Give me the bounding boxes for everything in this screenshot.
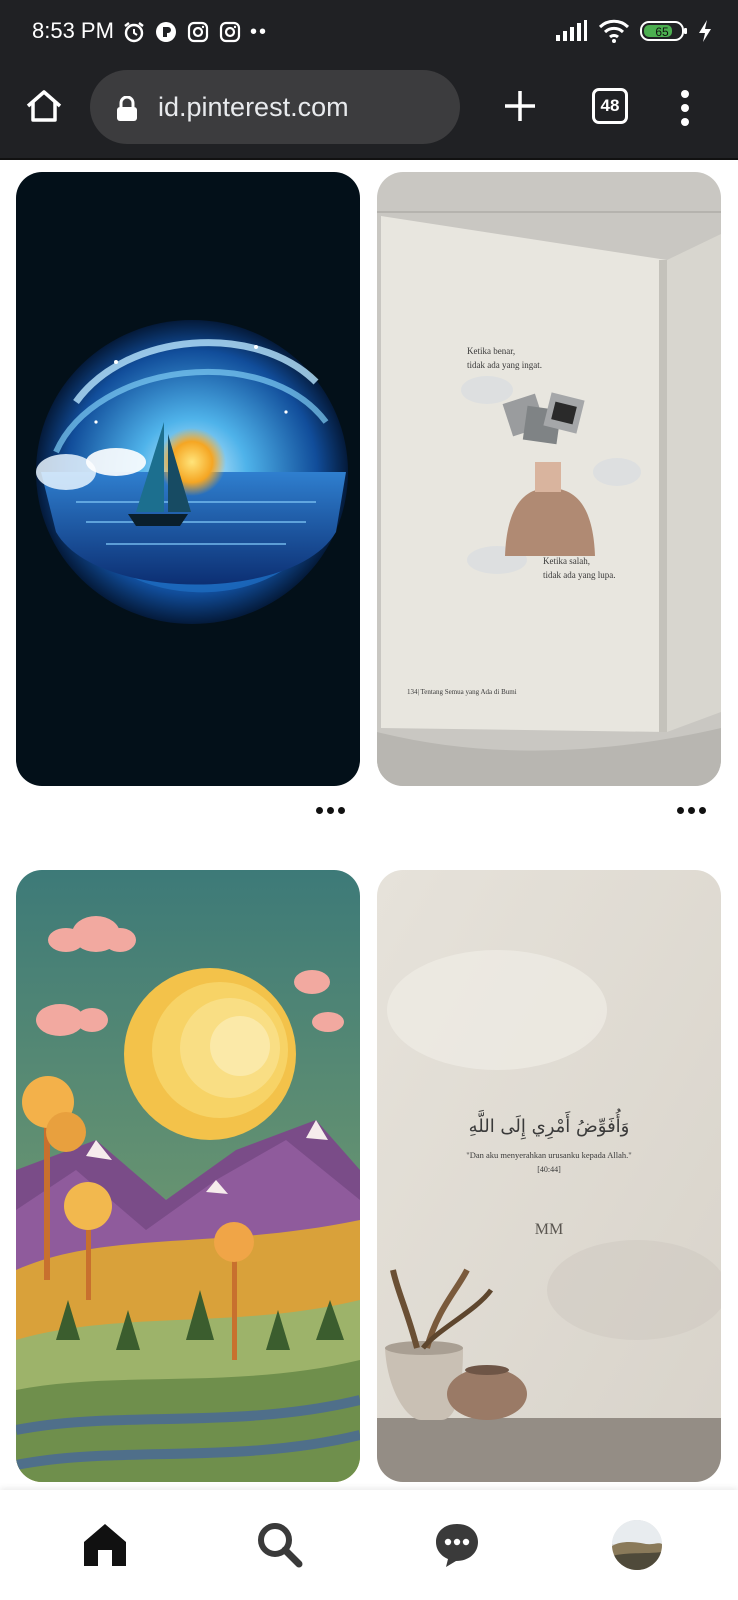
book-footer-text: 134| Tentang Semua yang Ada di Bumi [407,688,517,696]
search-icon[interactable] [255,1520,305,1570]
quote-text: "Dan aku menyerahkan urusanku kepada All… [466,1150,632,1160]
battery-icon: 65 [640,21,687,41]
profile-avatar[interactable] [612,1520,662,1570]
home-icon[interactable] [80,1520,130,1570]
book-bottom-text-2: tidak ada yang lupa. [543,570,615,580]
alarm-icon [122,20,146,44]
home-icon[interactable] [22,84,68,130]
app-icon [154,20,178,44]
pin-image-ocean-swirl[interactable] [16,172,360,786]
pin-image-paper-landscape[interactable] [16,870,360,1482]
pin-image-quote[interactable]: وَأُفَوِّضُ أَمْرِي إِلَى اللَّهِ "Dan a… [377,870,721,1482]
status-bar: 8:53 PM •• 65 [0,0,738,64]
wifi-icon [598,19,630,43]
notification-icons: •• [122,20,274,44]
book-top-text-1: Ketika benar, [467,346,515,356]
instagram-icon [218,20,242,44]
pin-image-book-page[interactable]: Ketika benar, tidak ada yang ingat. Keti… [377,172,721,786]
lock-icon [116,95,138,122]
menu-icon[interactable] [670,86,700,130]
url-text[interactable]: id.pinterest.com [158,92,349,123]
pin-more-options-button[interactable] [308,798,352,822]
pin-more-options-button[interactable] [669,798,713,822]
book-top-text-2: tidak ada yang ingat. [467,360,542,370]
new-tab-icon[interactable] [500,86,540,126]
quote-monogram: MM [535,1221,563,1238]
status-time: 8:53 PM [32,18,114,43]
system-icons: 65 [554,18,712,44]
charging-icon [699,20,711,42]
battery-level: 65 [655,25,669,39]
messages-icon[interactable] [432,1520,482,1570]
signal-icon [556,20,587,41]
tab-switcher-button[interactable]: 48 [592,88,628,124]
bottom-navigation [0,1490,738,1600]
quote-reference: [40:44] [537,1165,561,1174]
book-bottom-text-1: Ketika salah, [543,556,590,566]
instagram-icon [186,20,210,44]
address-bar[interactable]: id.pinterest.com [90,70,460,144]
browser-toolbar: id.pinterest.com 48 [0,64,738,160]
more-notifications-icon: •• [250,21,269,43]
